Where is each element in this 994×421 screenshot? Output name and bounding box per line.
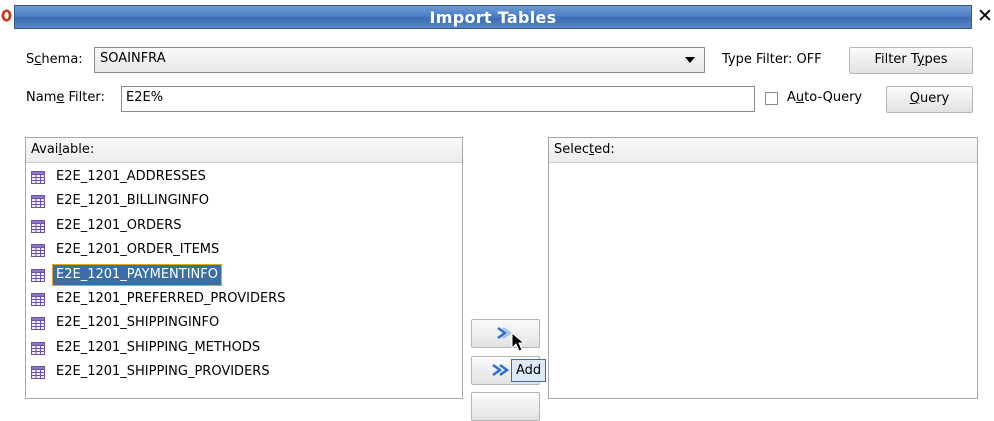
list-item[interactable]: E2E_1201_ORDER_ITEMS <box>26 240 462 262</box>
add-button[interactable] <box>471 319 540 348</box>
list-item[interactable]: E2E_1201_SHIPPING_PROVIDERS <box>26 362 462 384</box>
list-item[interactable]: E2E_1201_ORDERS <box>26 216 462 238</box>
table-name: E2E_1201_ADDRESSES <box>56 169 206 184</box>
close-icon[interactable]: ✕ <box>977 4 993 28</box>
table-icon <box>31 171 45 184</box>
table-icon <box>31 219 45 233</box>
auto-query-checkbox[interactable] <box>765 92 778 105</box>
table-name: E2E_1201_ORDER_ITEMS <box>56 242 220 258</box>
table-icon <box>31 195 45 209</box>
available-list[interactable]: Available: E2E_1201_ADDRESSES E2E_1201_BI… <box>25 137 463 399</box>
table-name: E2E_1201_PAYMENTINFO <box>52 263 222 286</box>
table-name: E2E_1201_PREFERRED_PROVIDERS <box>56 291 286 306</box>
title-bar: Import Tables ✕ <box>0 0 994 33</box>
app-icon <box>1 9 12 22</box>
list-item[interactable]: E2E_1201_SHIPPINGINFO <box>26 313 462 335</box>
list-item[interactable]: E2E_1201_SHIPPING_METHODS <box>26 338 462 360</box>
filter-types-button[interactable]: Filter Types <box>849 47 973 74</box>
table-icon <box>31 317 45 331</box>
table-name: E2E_1201_BILLINGINFO <box>56 193 209 209</box>
schema-label: Schema: <box>26 52 83 67</box>
table-icon <box>31 293 45 306</box>
list-item[interactable]: E2E_1201_PAYMENTINFO <box>26 263 462 287</box>
name-filter-label: Name Filter: <box>26 90 105 105</box>
table-icon <box>31 366 45 380</box>
table-name: E2E_1201_SHIPPING_METHODS <box>56 339 261 355</box>
window-title: Import Tables <box>429 8 557 27</box>
selected-header: Selected: <box>549 138 977 163</box>
auto-query-label[interactable]: Auto-Query <box>787 90 862 105</box>
chevron-down-icon <box>685 57 695 63</box>
schema-value: SOAINFRA <box>100 51 166 66</box>
remove-button[interactable] <box>471 392 540 421</box>
add-tooltip: Add <box>511 359 547 382</box>
table-icon <box>31 244 45 258</box>
selected-list[interactable]: Selected: <box>548 137 978 399</box>
table-icon <box>31 341 45 355</box>
list-item[interactable]: E2E_1201_ADDRESSES <box>26 167 462 189</box>
title-bar-gradient[interactable]: Import Tables <box>14 5 972 29</box>
query-button[interactable]: Query <box>886 86 973 113</box>
table-icon <box>31 268 45 282</box>
schema-dropdown[interactable]: SOAINFRA <box>94 47 705 73</box>
cursor-icon <box>511 332 526 352</box>
table-name: E2E_1201_ORDERS <box>56 217 182 233</box>
list-item[interactable]: E2E_1201_BILLINGINFO <box>26 191 462 213</box>
list-item[interactable]: E2E_1201_PREFERRED_PROVIDERS <box>26 289 462 311</box>
table-name: E2E_1201_SHIPPINGINFO <box>56 315 220 331</box>
type-filter-status: Type Filter: OFF <box>722 52 822 67</box>
name-filter-input[interactable]: E2E% <box>121 86 755 112</box>
available-header: Available: <box>26 138 462 163</box>
table-name: E2E_1201_SHIPPING_PROVIDERS <box>56 364 270 380</box>
